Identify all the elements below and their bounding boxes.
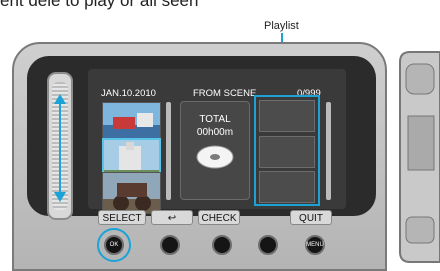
back-softkey[interactable]: ↩	[151, 210, 193, 225]
hardware-button-3[interactable]	[212, 235, 232, 255]
playlist-scrollbar[interactable]	[326, 102, 331, 200]
hardware-button-4[interactable]	[258, 235, 278, 255]
playlist-callout-label: Playlist	[264, 20, 299, 32]
scene-thumbnail[interactable]	[102, 172, 161, 214]
disc-icon	[196, 145, 234, 169]
quit-softkey[interactable]: QUIT	[290, 210, 332, 225]
up-down-arrow-icon	[54, 94, 66, 202]
playlist-slot[interactable]	[259, 136, 315, 168]
check-softkey[interactable]: CHECK	[198, 210, 240, 225]
total-time: 00h00m	[196, 127, 234, 138]
select-softkey[interactable]: SELECT	[98, 210, 146, 225]
thumbnail-scrollbar[interactable]	[166, 102, 171, 200]
hardware-button-2[interactable]	[160, 235, 180, 255]
instruction-text: ent dele to play or all seen	[0, 0, 199, 10]
playlist-slot[interactable]	[259, 100, 315, 132]
mode-label: FROM SCENE	[193, 88, 257, 99]
menu-button-label: MENU	[306, 242, 324, 248]
ok-button-label: OK	[109, 242, 119, 248]
playlist-slot[interactable]	[259, 171, 315, 203]
date-label: JAN.10.2010	[101, 88, 156, 99]
camera-hinge	[399, 51, 440, 263]
total-label: TOTAL	[199, 114, 231, 125]
